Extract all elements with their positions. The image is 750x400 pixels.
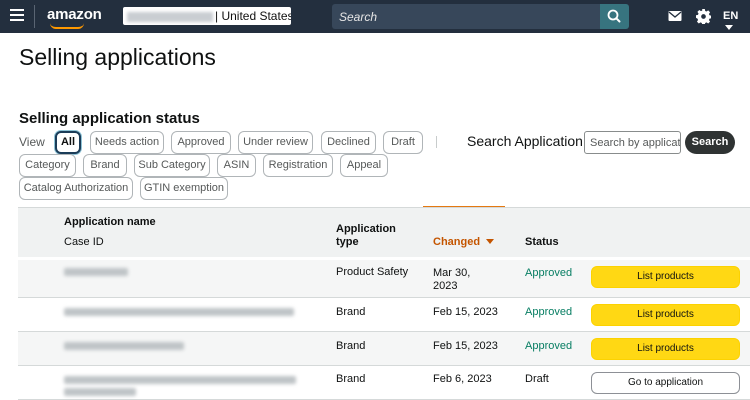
status-badge: Approved xyxy=(525,340,573,352)
global-search-input[interactable] xyxy=(332,4,600,29)
filter-chip-under-review[interactable]: Under review xyxy=(238,131,313,154)
status-badge: Approved xyxy=(525,306,573,318)
filter-chip-appeal[interactable]: Appeal xyxy=(340,154,388,177)
application-name-redacted xyxy=(64,388,136,396)
application-type: Brand xyxy=(336,373,366,385)
caret-down-icon xyxy=(725,25,733,31)
language-selector[interactable]: EN xyxy=(723,10,750,34)
section-title: Selling application status xyxy=(19,110,200,127)
case-id-redacted xyxy=(64,268,128,276)
header-case-id[interactable]: Case ID xyxy=(64,236,104,248)
filter-chip-approved[interactable]: Approved xyxy=(171,131,231,154)
status-badge: Draft xyxy=(525,373,549,385)
list-products-button[interactable]: List products xyxy=(591,304,740,326)
status-badge: Approved xyxy=(525,267,573,279)
filter-separator xyxy=(436,136,437,148)
filter-chip-draft[interactable]: Draft xyxy=(383,131,423,154)
language-label: EN xyxy=(723,10,739,22)
store-selector[interactable]: | United States xyxy=(123,7,291,25)
filter-chip-category[interactable]: Category xyxy=(19,154,76,177)
search-application-button[interactable]: Search xyxy=(685,131,735,154)
global-search-box[interactable] xyxy=(332,4,600,29)
changed-date: Feb 6, 2023 xyxy=(433,373,492,385)
filter-chip-registration[interactable]: Registration xyxy=(263,154,333,177)
application-type: Brand xyxy=(336,306,366,318)
changed-date-line2: 2023 xyxy=(433,280,458,292)
hamburger-icon[interactable] xyxy=(10,9,24,23)
mail-icon[interactable] xyxy=(668,9,682,23)
list-products-button[interactable]: List products xyxy=(591,266,740,288)
filter-chip-brand[interactable]: Brand xyxy=(83,154,127,177)
application-type: Brand xyxy=(336,340,366,352)
header-status[interactable]: Status xyxy=(525,236,559,248)
nav-divider xyxy=(34,5,35,28)
store-region: | United States xyxy=(215,9,291,23)
table-row: Product Safety Mar 30, 2023 Approved Lis… xyxy=(18,260,750,298)
filter-chip-sub-category[interactable]: Sub Category xyxy=(134,154,210,177)
filter-chip-catalog-authorization[interactable]: Catalog Authorization xyxy=(19,177,133,200)
search-application-input[interactable] xyxy=(584,131,681,154)
filter-chip-all[interactable]: All xyxy=(55,131,81,154)
filter-chip-needs-action[interactable]: Needs action xyxy=(90,131,164,154)
filter-chip-declined[interactable]: Declined xyxy=(321,131,376,154)
search-application-label: Search Application xyxy=(467,133,583,149)
sort-caret-down-icon xyxy=(486,239,495,245)
table-row: Brand Feb 6, 2023 Draft Go to applicatio… xyxy=(18,366,750,400)
amazon-logo[interactable]: amazon xyxy=(47,6,102,23)
header-changed[interactable]: Changed xyxy=(433,236,495,248)
changed-date-line1: Mar 30, xyxy=(433,267,471,279)
view-label: View xyxy=(19,135,45,149)
changed-date: Feb 15, 2023 xyxy=(433,340,498,352)
go-to-application-button[interactable]: Go to application xyxy=(591,372,740,394)
header-application-type-line2[interactable]: type xyxy=(336,236,359,248)
table-row: Brand Feb 15, 2023 Approved List product… xyxy=(18,298,750,332)
application-name-redacted xyxy=(64,308,294,316)
application-type: Product Safety xyxy=(336,266,409,278)
amazon-logo-smile xyxy=(50,23,84,29)
top-nav-bar: amazon | United States EN xyxy=(0,0,750,33)
store-name-redacted xyxy=(127,11,213,22)
search-icon xyxy=(607,9,621,23)
filter-chip-gtin-exemption[interactable]: GTIN exemption xyxy=(140,177,228,200)
application-name-redacted xyxy=(64,342,184,350)
header-changed-label: Changed xyxy=(433,236,481,248)
header-application-type-line1[interactable]: Application xyxy=(336,223,396,235)
filter-chip-asin[interactable]: ASIN xyxy=(217,154,256,177)
gear-icon[interactable] xyxy=(696,9,711,24)
changed-date: Feb 15, 2023 xyxy=(433,306,498,318)
header-application-name[interactable]: Application name xyxy=(64,216,156,228)
page-title: Selling applications xyxy=(19,44,216,70)
global-search-button[interactable] xyxy=(600,4,629,29)
list-products-button[interactable]: List products xyxy=(591,338,740,360)
table-header: Application name Case ID Application typ… xyxy=(18,207,750,257)
table-row: Brand Feb 15, 2023 Approved List product… xyxy=(18,332,750,366)
application-name-redacted xyxy=(64,376,296,384)
